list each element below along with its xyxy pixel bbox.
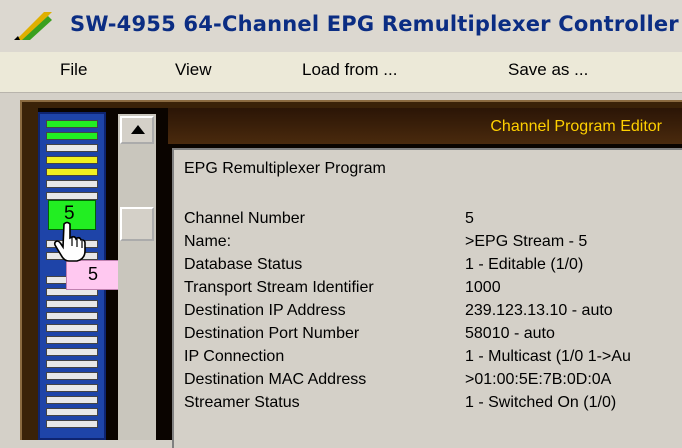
title-bar: SW-4955 64-Channel EPG Remultiplexer Con… bbox=[0, 0, 682, 52]
channel-bar[interactable] bbox=[46, 312, 98, 320]
channel-bar[interactable] bbox=[46, 324, 98, 332]
channel-bar[interactable] bbox=[46, 300, 98, 308]
field-label: Destination Port Number bbox=[184, 325, 360, 342]
hand-pointer-icon bbox=[53, 221, 86, 262]
channel-bar[interactable] bbox=[46, 120, 98, 128]
channel-bar[interactable] bbox=[46, 360, 98, 368]
channel-bar[interactable] bbox=[46, 132, 98, 140]
field-label: Database Status bbox=[184, 256, 303, 273]
field-label: Destination IP Address bbox=[184, 302, 346, 319]
field-value[interactable]: 1 - Multicast (1/0 1->Au bbox=[465, 348, 631, 366]
program-title: EPG Remultiplexer Program bbox=[184, 160, 386, 177]
menu-load-from[interactable]: Load from ... bbox=[302, 60, 397, 80]
window-title: SW-4955 64-Channel EPG Remultiplexer Con… bbox=[70, 12, 679, 36]
app-logo-icon bbox=[14, 12, 52, 40]
menu-save-as[interactable]: Save as ... bbox=[508, 60, 588, 80]
field-value[interactable]: 1 - Switched On (1/0) bbox=[465, 394, 616, 412]
channel-bar[interactable] bbox=[46, 180, 98, 188]
channel-bar[interactable] bbox=[46, 144, 98, 152]
scroll-thumb[interactable] bbox=[120, 207, 154, 241]
channel-bar[interactable] bbox=[46, 408, 98, 416]
field-value[interactable]: 1000 bbox=[465, 279, 501, 297]
channel-bar[interactable] bbox=[46, 192, 98, 200]
channel-tooltip-label: 5 bbox=[88, 264, 99, 284]
menu-view[interactable]: View bbox=[175, 60, 212, 80]
arrow-up-icon bbox=[131, 125, 145, 134]
scroll-up-button[interactable] bbox=[120, 116, 154, 144]
field-label: IP Connection bbox=[184, 348, 285, 365]
field-value[interactable]: 239.123.13.10 - auto bbox=[465, 302, 613, 320]
channel-bar[interactable] bbox=[46, 168, 98, 176]
field-label: Channel Number bbox=[184, 210, 305, 227]
field-value[interactable]: >EPG Stream - 5 bbox=[465, 233, 587, 251]
channel-bar[interactable] bbox=[46, 384, 98, 392]
channel-bar[interactable] bbox=[46, 336, 98, 344]
field-value[interactable]: >01:00:5E:7B:0D:0A bbox=[465, 371, 611, 389]
menu-file[interactable]: File bbox=[60, 60, 87, 80]
field-value[interactable]: 58010 - auto bbox=[465, 325, 555, 343]
field-label: Streamer Status bbox=[184, 394, 300, 411]
channel-bar[interactable] bbox=[46, 420, 98, 428]
channel-bar[interactable] bbox=[46, 348, 98, 356]
field-label: Destination MAC Address bbox=[184, 371, 367, 388]
field-label: Name: bbox=[184, 233, 232, 250]
channel-bar[interactable] bbox=[46, 372, 98, 380]
menu-bar: File View Load from ... Save as ... bbox=[0, 52, 682, 93]
editor-title: Channel Program Editor bbox=[490, 118, 662, 135]
channel-bar[interactable] bbox=[46, 156, 98, 164]
channel-bar[interactable] bbox=[46, 396, 98, 404]
editor-header: Channel Program Editor bbox=[168, 108, 682, 144]
field-label: Transport Stream Identifier bbox=[184, 279, 374, 296]
field-value[interactable]: 1 - Editable (1/0) bbox=[465, 256, 583, 274]
channel-scrollbar[interactable] bbox=[118, 114, 156, 440]
field-value[interactable]: 5 bbox=[465, 210, 474, 228]
